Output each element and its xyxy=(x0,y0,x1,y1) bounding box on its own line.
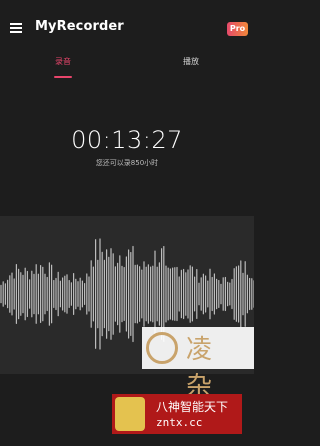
watermark-logo-icon xyxy=(115,397,145,431)
watermark-bottom: 八神智能天下 zntx.cc xyxy=(112,394,242,434)
remaining-time-label: 您还可以录850小时 xyxy=(95,159,159,167)
app-title: MyRecorder xyxy=(35,19,124,34)
watermark-bottom-line1: 八神智能天下 xyxy=(156,400,229,414)
watermark-top: 凌 杂 xyxy=(142,327,254,402)
menu-icon[interactable] xyxy=(10,23,22,33)
watermark-top-text: 凌 杂 xyxy=(186,335,221,402)
watermark-seal-icon xyxy=(146,332,178,364)
pro-badge[interactable]: Pro xyxy=(227,22,248,36)
app-bar: MyRecorder Pro xyxy=(0,0,254,52)
watermark-bottom-line2: zntx.cc xyxy=(156,416,203,429)
tab-record[interactable]: 录音 xyxy=(40,56,86,78)
tab-indicator xyxy=(54,76,72,78)
elapsed-timer: 00:13:27 xyxy=(71,126,183,154)
tab-playback[interactable]: 播放 xyxy=(168,56,214,78)
